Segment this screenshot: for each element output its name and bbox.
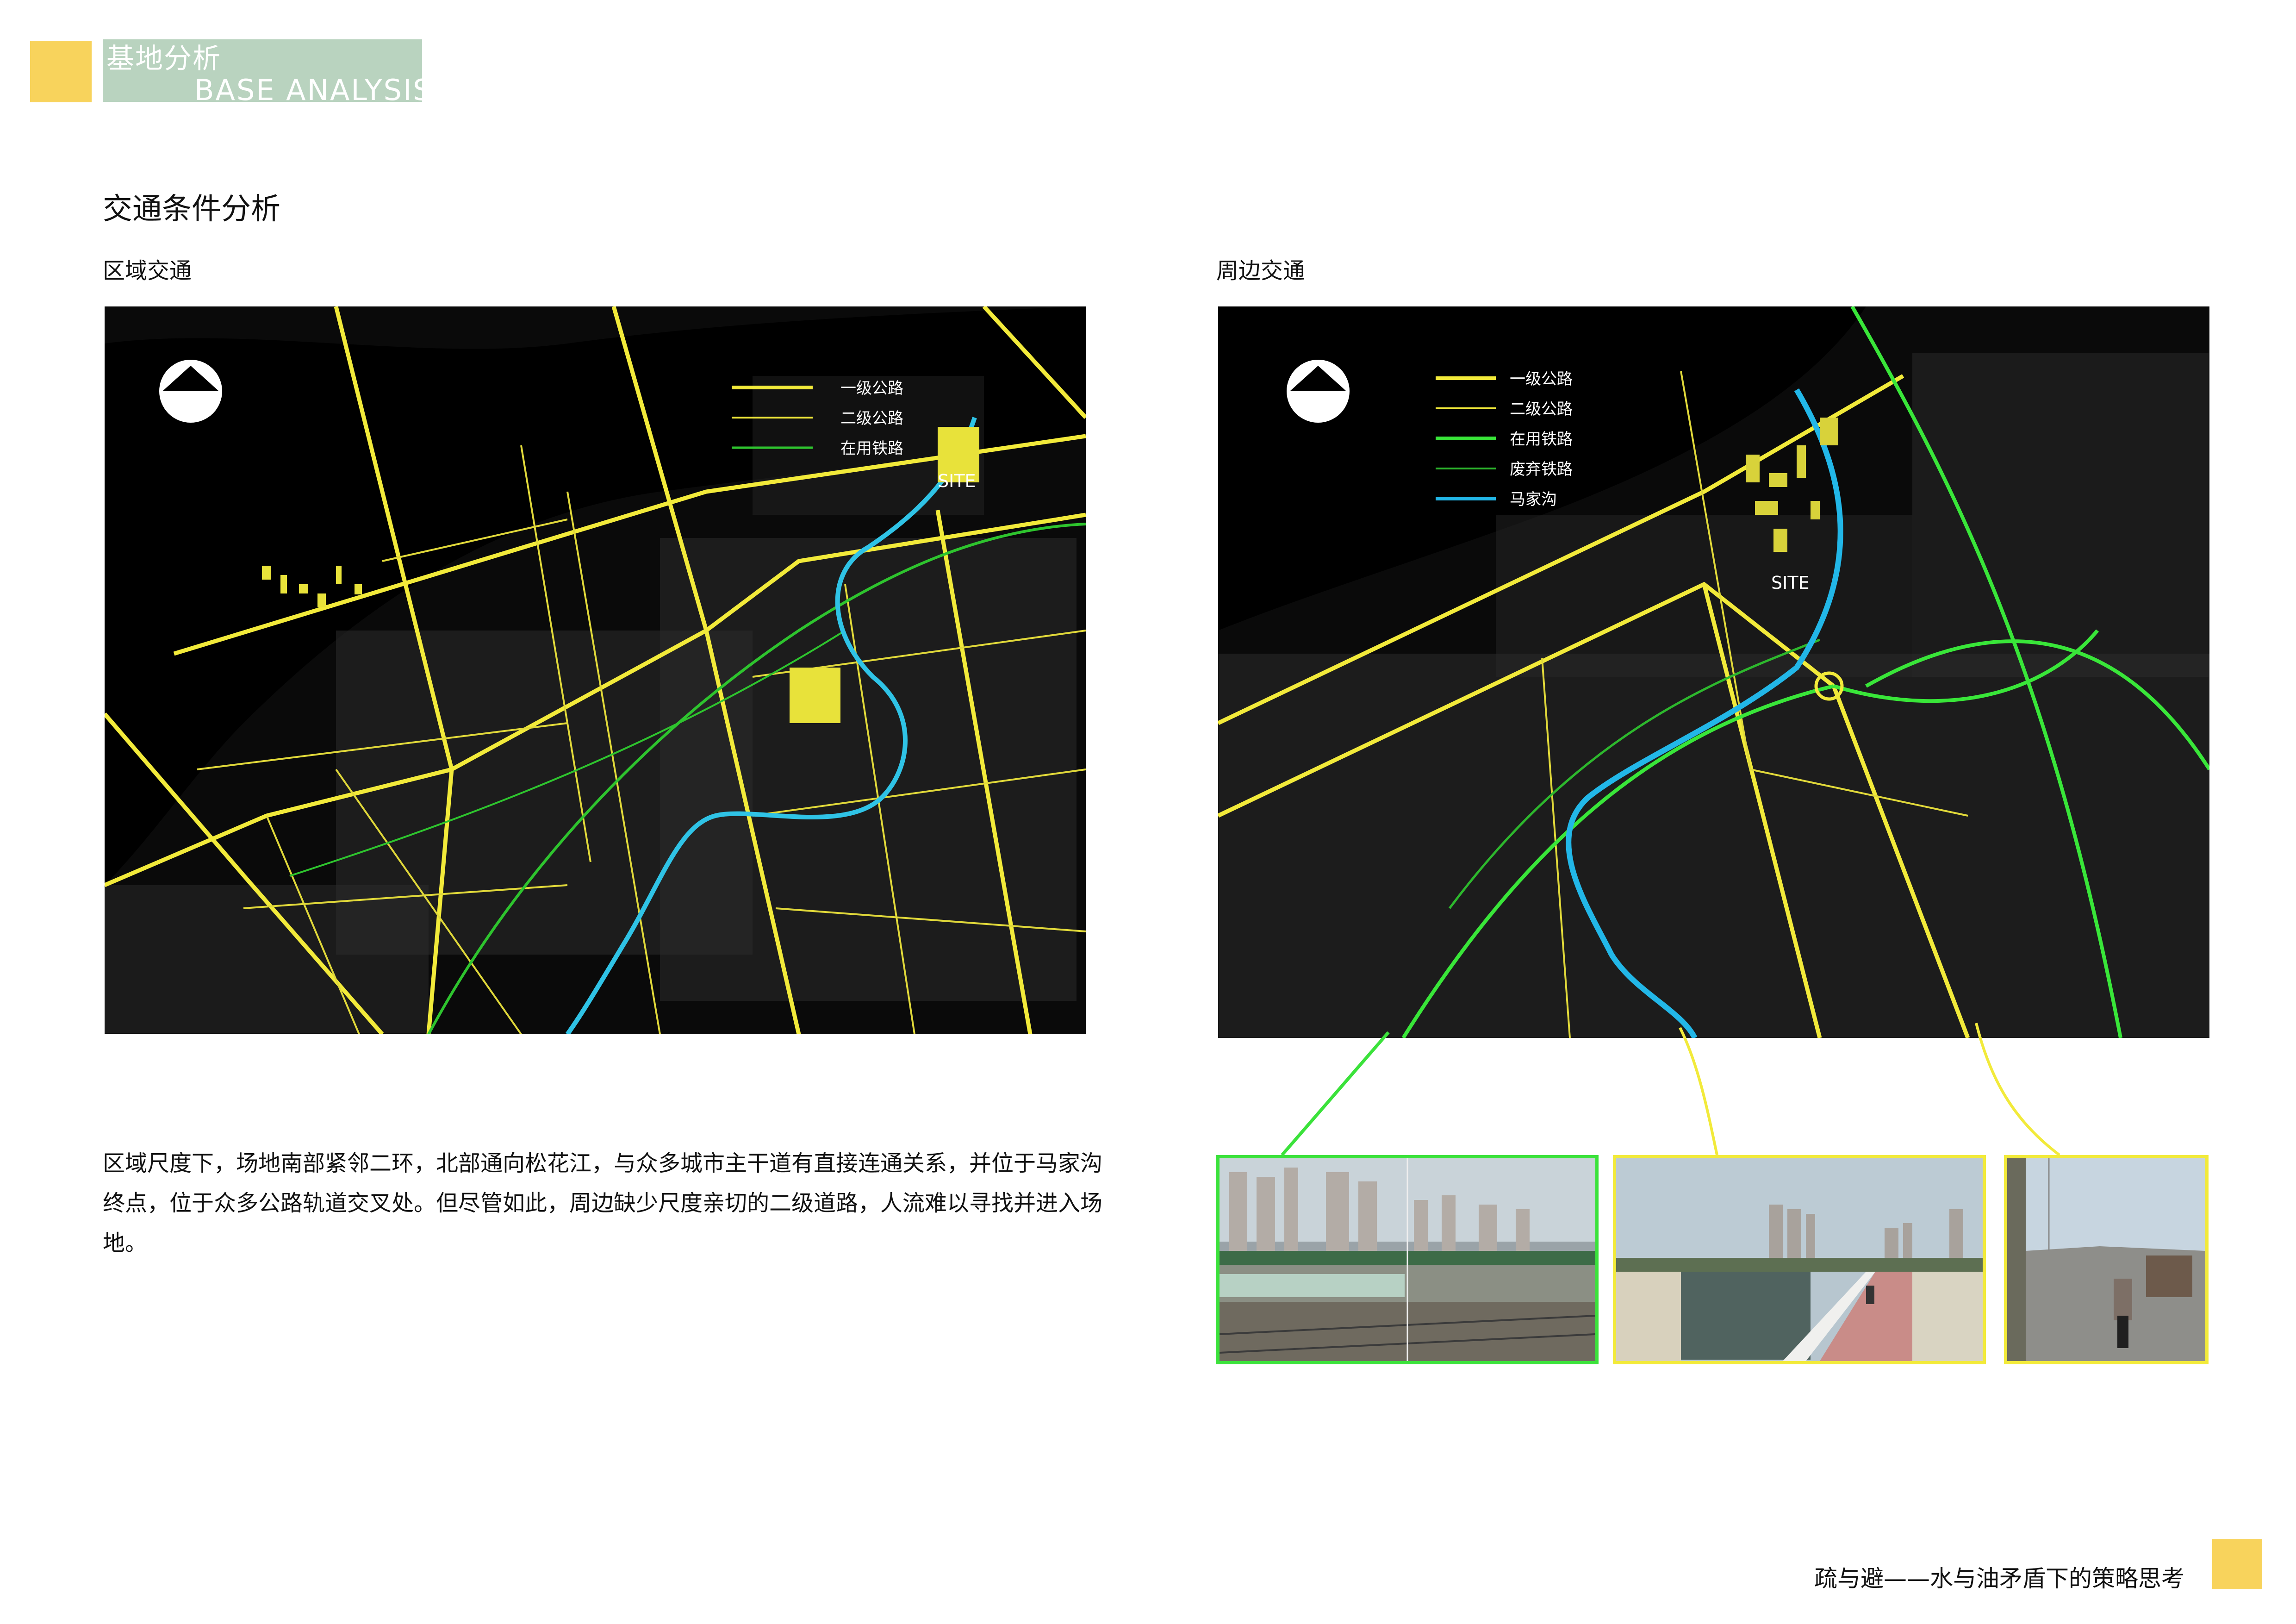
road-photo-image (2007, 1158, 2205, 1361)
connector-road (1975, 1023, 2060, 1156)
connector-railway (1281, 1031, 1390, 1156)
road-photo (2004, 1155, 2209, 1364)
description-text: 区域尺度下，场地南部紧邻二环，北部通向松花江，与众多城市主干道有直接连通关系，并… (103, 1150, 1103, 1256)
railway-photo (1216, 1155, 1599, 1364)
connector-riverside (1679, 1027, 1718, 1156)
footer-text: 疏与避——水与油矛盾下的策略思考 (1814, 1565, 2184, 1592)
riverside-path-photo-image (1616, 1158, 1983, 1361)
riverside-path-photo (1613, 1155, 1986, 1364)
photo-connectors (1281, 1023, 2060, 1156)
railway-photo-image (1220, 1158, 1595, 1361)
footer-accent-square (2212, 1539, 2262, 1589)
